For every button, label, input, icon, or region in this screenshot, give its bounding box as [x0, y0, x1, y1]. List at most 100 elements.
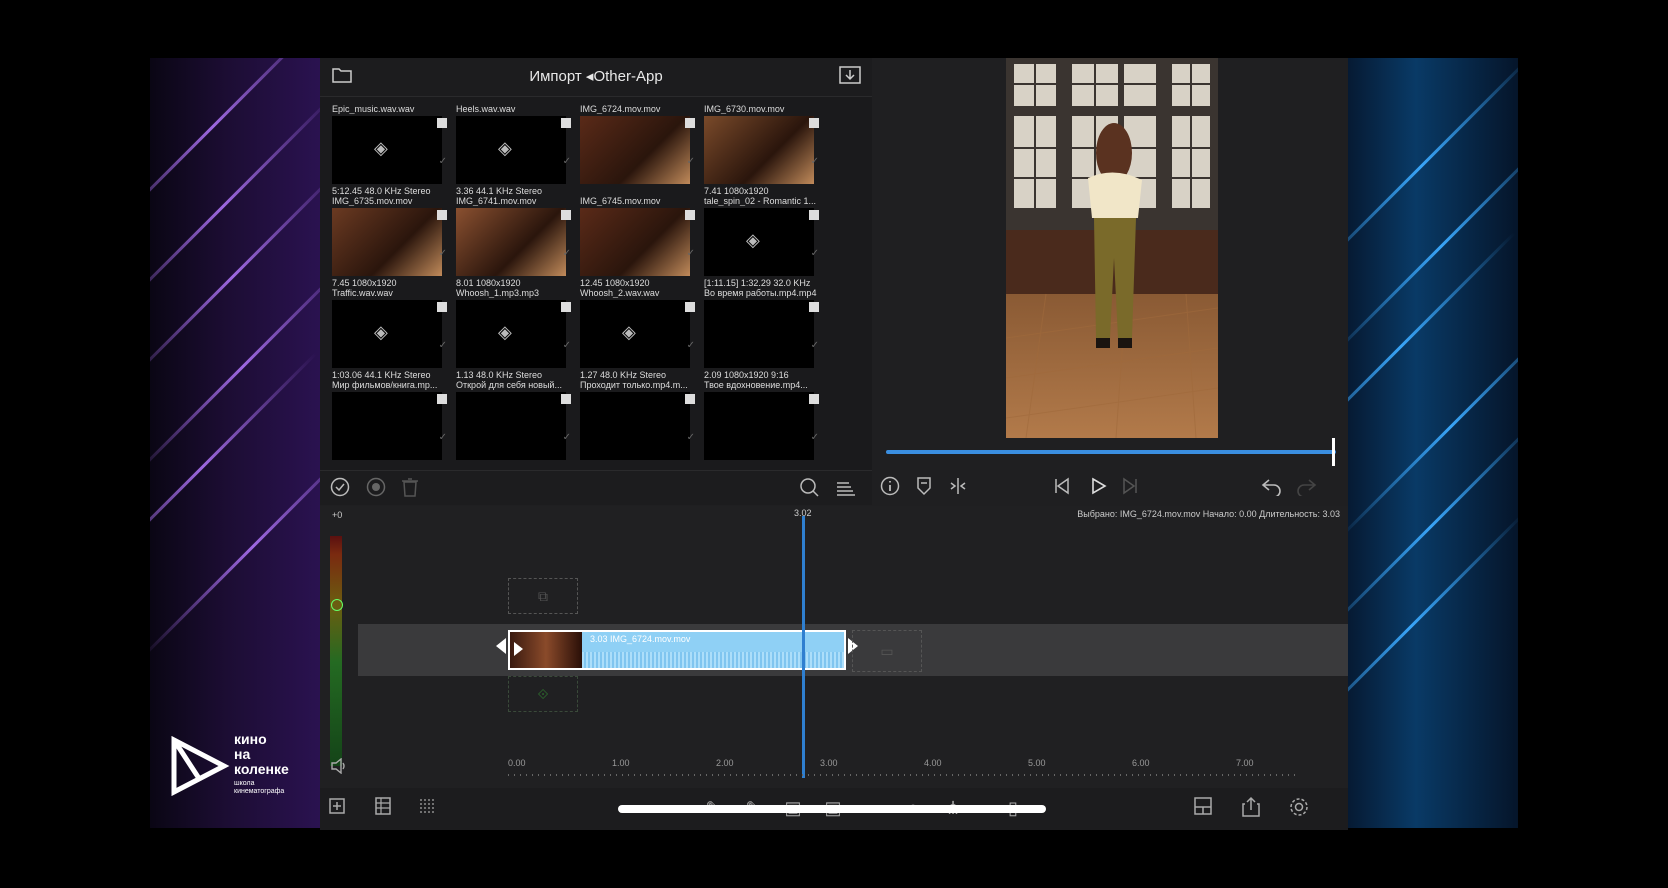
- skip-to-end-icon[interactable]: [1118, 476, 1142, 498]
- media-tile[interactable]: Epic_music.wav.wav ◈ ✓ 5:12.45 48.0 KHz Ste…: [324, 104, 449, 196]
- marker-icon[interactable]: [912, 476, 936, 498]
- video-preview-frame[interactable]: [1006, 58, 1218, 438]
- speaker-icon[interactable]: [330, 757, 348, 777]
- track-layout-icon[interactable]: [370, 796, 396, 820]
- share-export-icon[interactable]: [1238, 796, 1264, 820]
- checkmark-icon[interactable]: ✓: [687, 156, 695, 167]
- viewer-toolbar: [874, 470, 1348, 504]
- layout-panel-icon[interactable]: [1190, 796, 1216, 820]
- media-tile[interactable]: Мир фильмов/книга.mp... ✓: [324, 380, 449, 472]
- audio-waveform-icon: ◈: [498, 138, 512, 158]
- media-tile-name: Traffic.wav.wav: [332, 288, 393, 298]
- media-tile-name: tale_spin_02 - Romantic 1...: [704, 196, 817, 206]
- trash-icon[interactable]: [398, 477, 422, 499]
- checkmark-icon[interactable]: ✓: [687, 432, 695, 443]
- media-type-badge-icon: [685, 394, 695, 404]
- media-tile[interactable]: Твое вдохновение.mp4... ✓: [696, 380, 821, 472]
- media-type-badge-icon: [809, 210, 819, 220]
- media-tile[interactable]: IMG_6741.mov.mov ✓ 8.01 1080x1920: [448, 196, 573, 288]
- settings-gear-icon[interactable]: [1286, 796, 1312, 820]
- media-tile[interactable]: Открой для себя новый... ✓: [448, 380, 573, 472]
- sort-options-icon[interactable]: [834, 477, 858, 499]
- checkmark-icon[interactable]: ✓: [563, 248, 571, 259]
- timeline-clip[interactable]: 3.03 IMG_6724.mov.mov: [508, 630, 846, 670]
- add-clip-placeholder[interactable]: ▭: [852, 630, 922, 672]
- playhead-time: 3.02: [794, 508, 812, 518]
- time-ruler[interactable]: 0.00 1.00 2.00 3.00 4.00 5.00 6.00 7.00: [508, 758, 1348, 776]
- preview-scrub-bar[interactable]: [886, 450, 1336, 454]
- media-tile-name: Whoosh_1.mp3.mp3: [456, 288, 540, 298]
- select-checkmark-icon[interactable]: [328, 477, 352, 499]
- media-tile[interactable]: IMG_6735.mov.mov ✓ 7.45 1080x1920: [324, 196, 449, 288]
- bottom-toolbar: ▭ ▭ ✎ ✎ ▣ ▣ ○ ⋔ ▯: [320, 788, 1348, 830]
- ruler-label: 1.00: [612, 758, 630, 768]
- import-download-icon[interactable]: [838, 66, 862, 86]
- media-tile-name: IMG_6745.mov.mov: [580, 196, 661, 206]
- media-tile-meta: 8.01 1080x1920: [456, 278, 521, 288]
- media-tile-name: Открой для себя новый...: [456, 380, 562, 390]
- right-decorative-background: [1348, 58, 1518, 828]
- skip-to-start-icon[interactable]: [1050, 476, 1074, 498]
- media-tile-meta: 5:12.45 48.0 KHz Stereo: [332, 186, 431, 196]
- volume-level-knob[interactable]: [331, 599, 343, 611]
- school-logo: кино на коленке школа кинематографа: [170, 732, 320, 802]
- record-icon[interactable]: [364, 477, 388, 499]
- media-tile-name: IMG_6735.mov.mov: [332, 196, 413, 206]
- media-tile-meta: 2.09 1080x1920 9:16: [704, 370, 789, 380]
- media-tile-thumbnail: ◈: [332, 300, 442, 368]
- media-tile[interactable]: tale_spin_02 - Romantic 1... ◈ ✓ [1:11.15] …: [696, 196, 821, 288]
- checkmark-icon[interactable]: ✓: [687, 340, 695, 351]
- audio-level-meter: [330, 536, 342, 766]
- media-tile-thumbnail: [332, 208, 442, 276]
- play-icon[interactable]: [1086, 476, 1110, 498]
- playhead[interactable]: [802, 516, 805, 778]
- media-type-badge-icon: [809, 302, 819, 312]
- checkmark-icon[interactable]: ✓: [563, 156, 571, 167]
- media-tile[interactable]: Whoosh_1.mp3.mp3 ◈ ✓ 1.13 48.0 KHz Stereo: [448, 288, 573, 380]
- checkmark-icon[interactable]: ✓: [439, 340, 447, 351]
- checkmark-icon[interactable]: ✓: [439, 156, 447, 167]
- audio-waveform-icon: ◈: [622, 322, 636, 342]
- media-type-badge-icon: [437, 118, 447, 128]
- checkmark-icon[interactable]: ✓: [687, 248, 695, 259]
- media-tile[interactable]: Во время работы.mp4.mp4 ✓ 2.09 1080x1920 9…: [696, 288, 821, 380]
- audio-waveform-icon: ◈: [746, 230, 760, 250]
- checkmark-icon[interactable]: ✓: [811, 432, 819, 443]
- volume-db-label: +0: [332, 510, 343, 520]
- add-audio-placeholder[interactable]: ⟐: [508, 676, 578, 712]
- checkmark-icon[interactable]: ✓: [439, 248, 447, 259]
- timeline-panel: +0 Выбрано: IMG_6724.mov.mov Начало: 0.0…: [320, 506, 1348, 788]
- checkmark-icon[interactable]: ✓: [811, 248, 819, 259]
- add-overlay-placeholder[interactable]: ⧉: [508, 578, 578, 614]
- checkmark-icon[interactable]: ✓: [811, 156, 819, 167]
- split-clip-icon[interactable]: [946, 476, 970, 498]
- media-tile-name: Epic_music.wav.wav: [332, 104, 415, 114]
- checkmark-icon[interactable]: ✓: [439, 432, 447, 443]
- media-type-badge-icon: [437, 302, 447, 312]
- selection-info: Выбрано: IMG_6724.mov.mov Начало: 0.00 Д…: [1077, 509, 1340, 519]
- checkmark-icon[interactable]: ✓: [563, 340, 571, 351]
- media-tile[interactable]: Heels.wav.wav ◈ ✓ 3.36 44.1 KHz Stereo: [448, 104, 573, 196]
- checkmark-icon[interactable]: ✓: [563, 432, 571, 443]
- scrub-position-handle[interactable]: [1332, 438, 1335, 466]
- undo-icon[interactable]: [1260, 476, 1284, 498]
- media-tile[interactable]: IMG_6730.mov.mov ✓ 7.41 1080x1920: [696, 104, 821, 196]
- add-media-icon[interactable]: [324, 796, 350, 820]
- clip-trim-left-handle[interactable]: [496, 638, 506, 654]
- checkmark-icon[interactable]: ✓: [811, 340, 819, 351]
- media-browser-title[interactable]: Импорт ◂Other-App: [320, 58, 872, 96]
- audio-waveform-icon: ◈: [374, 322, 388, 342]
- redo-icon[interactable]: [1294, 476, 1318, 498]
- media-type-badge-icon: [437, 394, 447, 404]
- media-tile[interactable]: IMG_6745.mov.mov ✓ 12.45 1080x1920: [572, 196, 697, 288]
- media-tile[interactable]: Traffic.wav.wav ◈ ✓ 1:03.06 44.1 KHz Stereo: [324, 288, 449, 380]
- grid-snap-icon[interactable]: [414, 796, 440, 820]
- timeline-tracks[interactable]: Выбрано: IMG_6724.mov.mov Начало: 0.00 Д…: [358, 506, 1348, 788]
- media-tile-name: Heels.wav.wav: [456, 104, 516, 114]
- media-tile[interactable]: Проходит только.mp4.m... ✓: [572, 380, 697, 472]
- media-tile[interactable]: IMG_6724.mov.mov ✓: [572, 104, 697, 196]
- search-icon[interactable]: [798, 477, 822, 499]
- media-tile[interactable]: Whoosh_2.wav.wav ◈ ✓ 1.27 48.0 KHz Stereo: [572, 288, 697, 380]
- media-tile-thumbnail: [704, 300, 814, 368]
- info-icon[interactable]: [878, 476, 902, 498]
